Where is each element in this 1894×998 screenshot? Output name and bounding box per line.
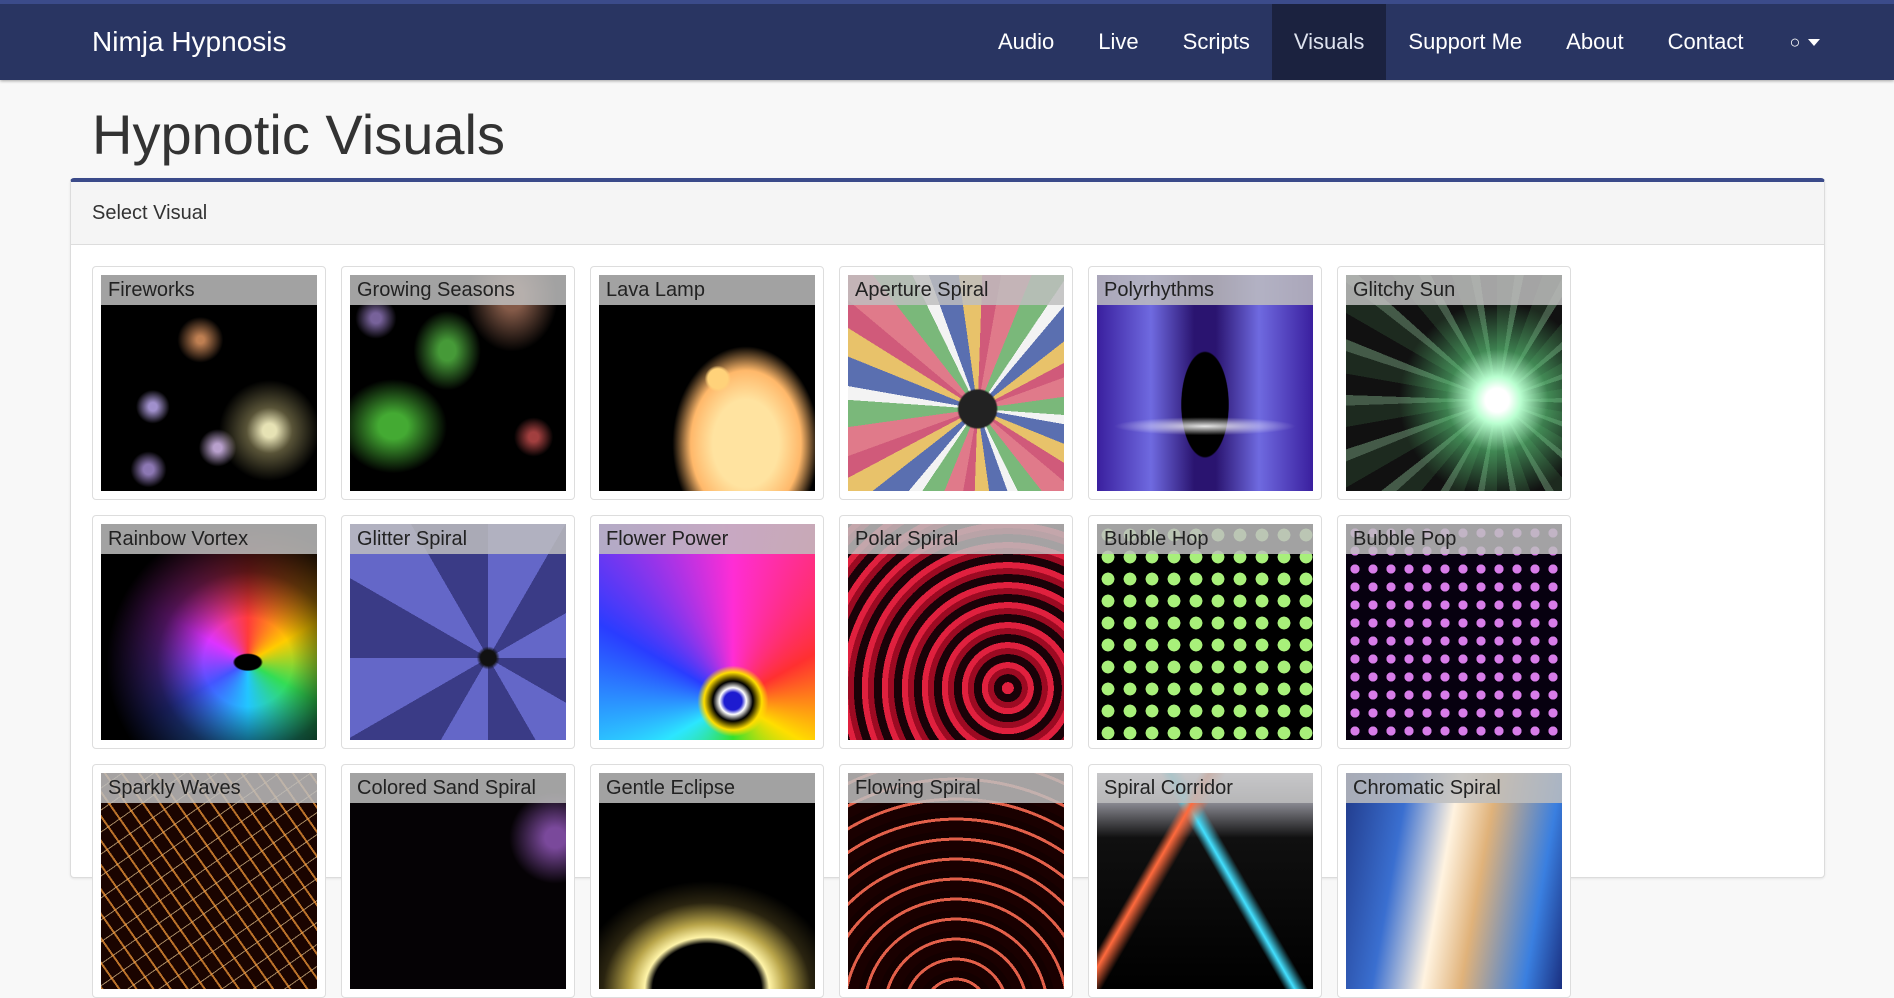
nav-item-scripts[interactable]: Scripts: [1161, 4, 1272, 80]
visual-preview-image: [599, 524, 815, 740]
visual-thumbnail: Glitchy Sun: [1346, 275, 1562, 491]
visual-thumbnail: Rainbow Vortex: [101, 524, 317, 740]
visual-preview-image: [848, 773, 1064, 989]
visual-title: Bubble Hop: [1097, 524, 1313, 554]
visual-title: Flowing Spiral: [848, 773, 1064, 803]
visual-select-panel: Select Visual Fireworks Growing Seasons La…: [70, 178, 1825, 998]
visual-preview-image: [350, 524, 566, 740]
visual-thumbnail: Bubble Pop: [1346, 524, 1562, 740]
visual-card-glitter-spiral[interactable]: Glitter Spiral: [341, 515, 575, 749]
visual-preview-image: [101, 773, 317, 989]
top-navbar: Nimja Hypnosis Audio Live Scripts Visual…: [0, 0, 1894, 80]
visual-preview-image: [848, 524, 1064, 740]
visual-preview-image: [599, 275, 815, 491]
visual-preview-image: [1097, 524, 1313, 740]
user-menu-dropdown[interactable]: ○: [1765, 4, 1842, 80]
visual-card-chromatic-spiral[interactable]: Chromatic Spiral: [1337, 764, 1571, 998]
visual-title: Polar Spiral: [848, 524, 1064, 554]
visual-preview-image: [350, 275, 566, 491]
nav-item-live[interactable]: Live: [1076, 4, 1160, 80]
visual-title: Bubble Pop: [1346, 524, 1562, 554]
visual-thumbnail: Polyrhythms: [1097, 275, 1313, 491]
visual-card-glitchy-sun[interactable]: Glitchy Sun: [1337, 266, 1571, 500]
visual-title: Aperture Spiral: [848, 275, 1064, 305]
visual-card-rainbow-vortex[interactable]: Rainbow Vortex: [92, 515, 326, 749]
visual-thumbnail: Glitter Spiral: [350, 524, 566, 740]
visual-title: Chromatic Spiral: [1346, 773, 1562, 803]
nav-item-visuals[interactable]: Visuals: [1271, 4, 1387, 80]
visual-thumbnail: Colored Sand Spiral: [350, 773, 566, 989]
nav-item-audio[interactable]: Audio: [976, 4, 1076, 80]
caret-down-icon: [1808, 38, 1821, 46]
visual-title: Fireworks: [101, 275, 317, 305]
visual-preview-image: [101, 524, 317, 740]
visual-title: Growing Seasons: [350, 275, 566, 305]
visual-title: Lava Lamp: [599, 275, 815, 305]
visual-grid: Fireworks Growing Seasons Lava Lamp Apertur…: [92, 266, 1571, 998]
visual-thumbnail: Flowing Spiral: [848, 773, 1064, 989]
visual-preview-image: [1097, 275, 1313, 491]
visual-preview-image: [848, 275, 1064, 491]
visual-thumbnail: Flower Power: [599, 524, 815, 740]
visual-title: Rainbow Vortex: [101, 524, 317, 554]
visual-card-polar-spiral[interactable]: Polar Spiral: [839, 515, 1073, 749]
visual-card-polyrhythms[interactable]: Polyrhythms: [1088, 266, 1322, 500]
visual-card-aperture-spiral[interactable]: Aperture Spiral: [839, 266, 1073, 500]
visual-preview-image: [1346, 524, 1562, 740]
visual-card-lava-lamp[interactable]: Lava Lamp: [590, 266, 824, 500]
visual-title: Gentle Eclipse: [599, 773, 815, 803]
page-title: Hypnotic Visuals: [92, 103, 505, 166]
visual-card-flower-power[interactable]: Flower Power: [590, 515, 824, 749]
visual-title: Sparkly Waves: [101, 773, 317, 803]
visual-title: Flower Power: [599, 524, 815, 554]
panel-heading: Select Visual: [71, 182, 1824, 245]
visual-thumbnail: Lava Lamp: [599, 275, 815, 491]
visual-thumbnail: Sparkly Waves: [101, 773, 317, 989]
visual-thumbnail: Growing Seasons: [350, 275, 566, 491]
visual-preview-image: [101, 275, 317, 491]
visual-card-gentle-eclipse[interactable]: Gentle Eclipse: [590, 764, 824, 998]
visual-card-bubble-pop[interactable]: Bubble Pop: [1337, 515, 1571, 749]
visual-title: Glitter Spiral: [350, 524, 566, 554]
nav-item-contact[interactable]: Contact: [1646, 4, 1766, 80]
visual-thumbnail: Bubble Hop: [1097, 524, 1313, 740]
visual-preview-image: [599, 773, 815, 989]
visual-card-sparkly-waves[interactable]: Sparkly Waves: [92, 764, 326, 998]
visual-card-colored-sand-spiral[interactable]: Colored Sand Spiral: [341, 764, 575, 998]
visual-thumbnail: Aperture Spiral: [848, 275, 1064, 491]
visual-thumbnail: Fireworks: [101, 275, 317, 491]
visual-thumbnail: Polar Spiral: [848, 524, 1064, 740]
visual-title: Colored Sand Spiral: [350, 773, 566, 803]
visual-thumbnail: Gentle Eclipse: [599, 773, 815, 989]
nav-item-about[interactable]: About: [1544, 4, 1646, 80]
visual-card-spiral-corridor[interactable]: Spiral Corridor: [1088, 764, 1322, 998]
visual-card-bubble-hop[interactable]: Bubble Hop: [1088, 515, 1322, 749]
visual-preview-image: [1346, 275, 1562, 491]
visual-thumbnail: Chromatic Spiral: [1346, 773, 1562, 989]
user-circle-icon: ○: [1789, 32, 1801, 52]
visual-card-flowing-spiral[interactable]: Flowing Spiral: [839, 764, 1073, 998]
visual-card-growing-seasons[interactable]: Growing Seasons: [341, 266, 575, 500]
visual-preview-image: [1097, 773, 1313, 989]
visual-preview-image: [1346, 773, 1562, 989]
nav-item-support-me[interactable]: Support Me: [1386, 4, 1544, 80]
visual-preview-image: [350, 773, 566, 989]
main-nav: Audio Live Scripts Visuals Support Me Ab…: [976, 4, 1842, 80]
visual-title: Glitchy Sun: [1346, 275, 1562, 305]
visual-thumbnail: Spiral Corridor: [1097, 773, 1313, 989]
visual-title: Spiral Corridor: [1097, 773, 1313, 803]
visual-title: Polyrhythms: [1097, 275, 1313, 305]
brand-link[interactable]: Nimja Hypnosis: [92, 4, 287, 80]
visual-card-fireworks[interactable]: Fireworks: [92, 266, 326, 500]
